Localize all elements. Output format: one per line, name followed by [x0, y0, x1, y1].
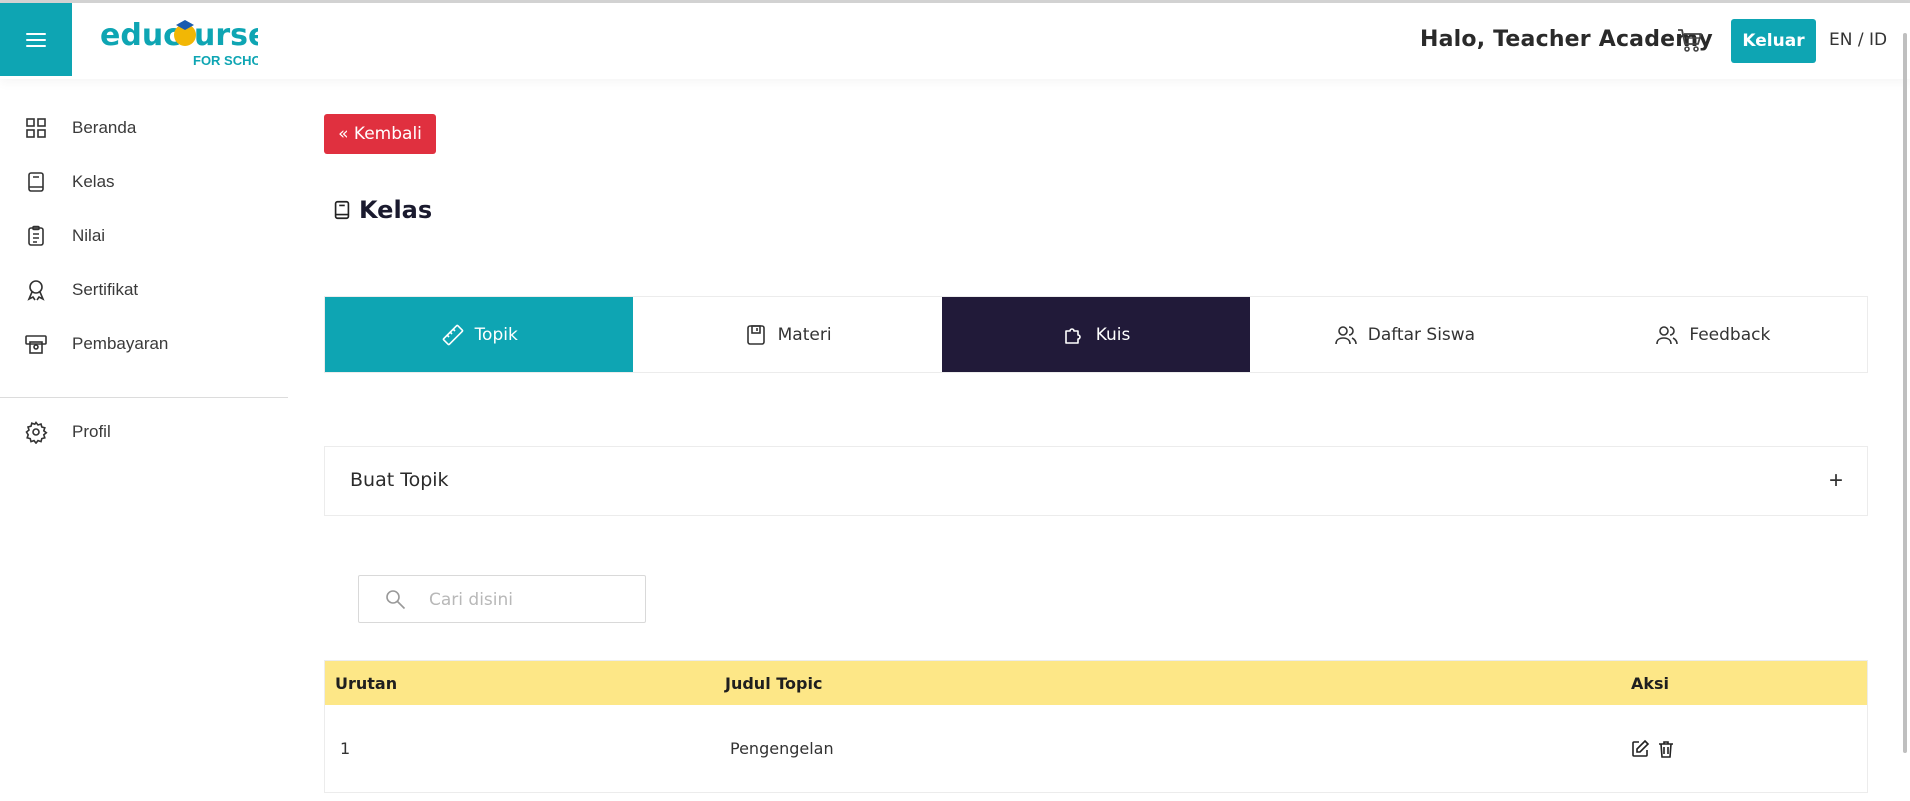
search-icon — [385, 589, 407, 611]
sidebar-item-sertifikat[interactable]: Sertifikat — [24, 274, 138, 306]
hamburger-icon — [26, 32, 46, 47]
tab-label: Kuis — [1095, 324, 1131, 345]
gear-icon — [24, 420, 48, 445]
puzzle-icon — [1062, 323, 1086, 347]
ruler-icon — [441, 323, 465, 347]
scrollbar[interactable] — [1903, 33, 1907, 753]
top-bar: educ urse FOR SCHOOL Halo, Teacher Acade… — [0, 3, 1910, 79]
logo[interactable]: educ urse FOR SCHOOL — [98, 13, 280, 69]
lang-id-link[interactable]: ID — [1869, 30, 1887, 50]
svg-text:educ: educ — [100, 18, 181, 53]
sidebar-item-label: Sertifikat — [72, 280, 139, 299]
tab-kuis[interactable]: Kuis — [941, 297, 1251, 372]
page-title: Kelas — [331, 196, 432, 224]
greeting-text: Halo, Teacher Academy — [1420, 27, 1713, 52]
accordion-label: Buat Topik — [350, 469, 449, 491]
column-header-order: Urutan — [335, 673, 398, 693]
topic-table: Urutan Judul Topic Aksi 1 Pengengelan — [324, 660, 1868, 793]
column-header-actions: Aksi — [1631, 673, 1670, 693]
cell-actions — [1630, 739, 1676, 759]
table-row: 1 Pengengelan — [325, 705, 1867, 792]
tab-feedback[interactable]: Feedback — [1559, 297, 1867, 372]
edit-icon[interactable] — [1630, 739, 1650, 759]
educourse-logo: educ urse FOR SCHOOL — [100, 18, 280, 68]
users-icon — [1655, 323, 1679, 347]
plus-icon: + — [1828, 467, 1843, 494]
sidebar: Beranda Kelas Nilai Sertifikat Pembayara… — [0, 79, 288, 801]
book-icon — [24, 170, 48, 194]
clipboard-icon — [24, 224, 48, 248]
lang-separator: / — [1852, 30, 1870, 50]
sidebar-item-nilai[interactable]: Nilai — [24, 220, 105, 252]
back-button[interactable]: « Kembali — [324, 114, 436, 154]
sidebar-item-label: Nilai — [72, 226, 106, 245]
cell-order: 1 — [340, 739, 351, 758]
tab-label: Feedback — [1689, 324, 1771, 345]
sidebar-item-pembayaran[interactable]: Pembayaran — [24, 328, 168, 360]
svg-text:FOR SCHOOL: FOR SCHOOL — [193, 53, 258, 68]
language-switcher: EN / ID — [1829, 30, 1887, 50]
tab-topik[interactable]: Topik — [325, 297, 634, 372]
tab-bar: Topik Materi Kuis Daftar Siswa Feedback — [324, 296, 1868, 373]
sidebar-item-label: Kelas — [72, 172, 115, 191]
tab-label: Materi — [777, 324, 832, 345]
save-icon — [744, 323, 768, 347]
tab-daftar-siswa[interactable]: Daftar Siswa — [1250, 297, 1558, 372]
book-icon — [331, 198, 353, 222]
tab-label: Daftar Siswa — [1367, 324, 1476, 345]
create-topic-accordion[interactable]: Buat Topik + — [324, 446, 1868, 516]
table-header: Urutan Judul Topic Aksi — [325, 661, 1867, 705]
sidebar-item-label: Pembayaran — [72, 334, 169, 353]
tab-label: Topik — [474, 324, 518, 345]
menu-button[interactable] — [0, 3, 72, 76]
sidebar-item-label: Profil — [72, 422, 111, 441]
tab-materi[interactable]: Materi — [633, 297, 941, 372]
logout-button[interactable]: Keluar — [1731, 19, 1816, 63]
sidebar-divider — [0, 397, 288, 398]
sidebar-item-profil[interactable]: Profil — [24, 416, 111, 448]
search-input[interactable] — [429, 586, 629, 614]
column-header-title: Judul Topic — [725, 673, 823, 693]
users-icon — [1334, 323, 1358, 347]
cart-icon[interactable] — [1675, 25, 1705, 55]
lang-en-link[interactable]: EN — [1829, 30, 1852, 50]
svg-text:urse: urse — [194, 18, 258, 53]
payment-icon — [24, 332, 48, 356]
trash-icon[interactable] — [1656, 739, 1676, 759]
grid-icon — [24, 116, 48, 140]
page-title-text: Kelas — [359, 196, 433, 224]
cell-title: Pengengelan — [730, 739, 834, 758]
award-icon — [24, 278, 48, 302]
search-box — [358, 575, 646, 623]
sidebar-item-label: Beranda — [72, 118, 137, 137]
sidebar-item-kelas[interactable]: Kelas — [24, 166, 115, 198]
sidebar-item-beranda[interactable]: Beranda — [24, 112, 136, 144]
